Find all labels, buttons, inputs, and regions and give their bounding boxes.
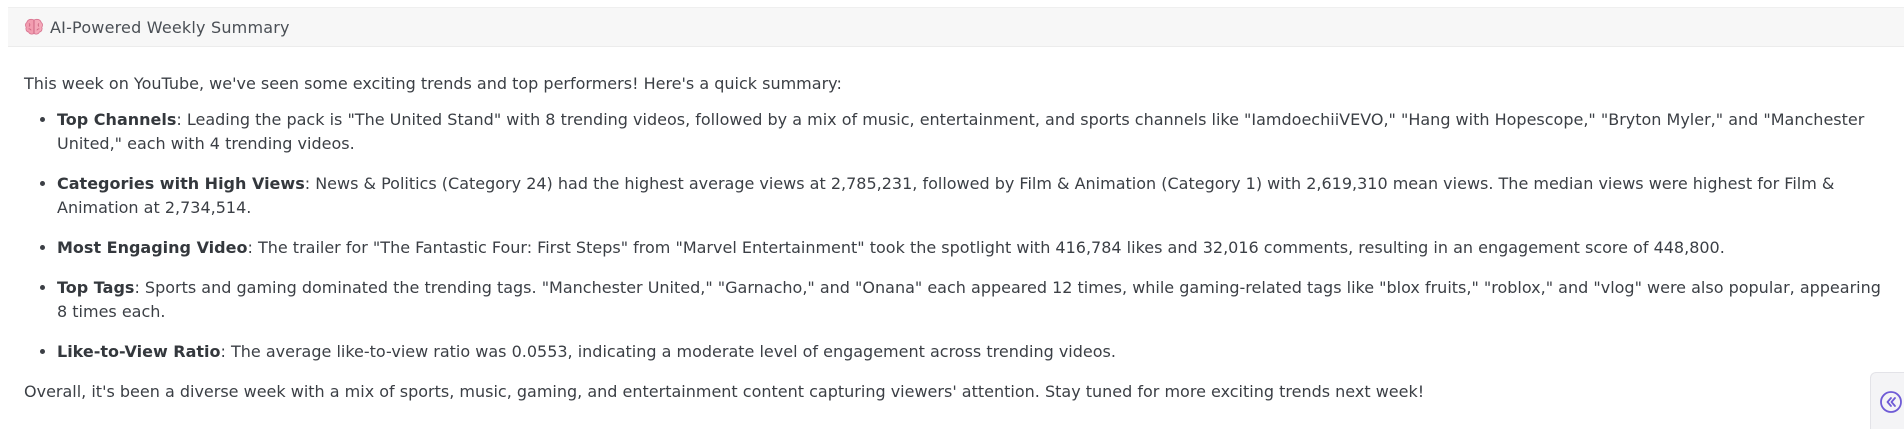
- summary-list: Top Channels: Leading the pack is "The U…: [24, 108, 1888, 364]
- card-title: AI-Powered Weekly Summary: [50, 17, 290, 37]
- item-label: Top Channels: [57, 110, 177, 129]
- item-text: : The average like-to-view ratio was 0.0…: [220, 342, 1116, 361]
- summary-intro: This week on YouTube, we've seen some ex…: [24, 74, 842, 93]
- item-text: : Sports and gaming dominated the trendi…: [57, 278, 1881, 321]
- item-label: Categories with High Views: [57, 174, 305, 193]
- list-item-top-tags: Top Tags: Sports and gaming dominated th…: [57, 276, 1888, 324]
- list-item-like-ratio: Like-to-View Ratio: The average like-to-…: [57, 340, 1888, 364]
- double-chevron-left-icon: [1879, 390, 1903, 414]
- brain-icon: [24, 17, 44, 37]
- item-label: Top Tags: [57, 278, 135, 297]
- item-label: Most Engaging Video: [57, 238, 248, 257]
- card-header: AI-Powered Weekly Summary: [8, 7, 1904, 47]
- item-label: Like-to-View Ratio: [57, 342, 221, 361]
- item-text: : Leading the pack is "The United Stand"…: [57, 110, 1865, 153]
- summary-body: This week on YouTube, we've seen some ex…: [8, 47, 1904, 404]
- list-item-categories: Categories with High Views: News & Polit…: [57, 172, 1888, 220]
- summary-outro: Overall, it's been a diverse week with a…: [24, 382, 1425, 401]
- item-text: : The trailer for "The Fantastic Four: F…: [247, 238, 1725, 257]
- item-text: : News & Politics (Category 24) had the …: [57, 174, 1835, 217]
- list-item-top-channels: Top Channels: Leading the pack is "The U…: [57, 108, 1888, 156]
- sidebar-toggle-button[interactable]: [1870, 372, 1904, 429]
- weekly-summary-card: AI-Powered Weekly Summary This week on Y…: [8, 7, 1904, 429]
- list-item-engaging-video: Most Engaging Video: The trailer for "Th…: [57, 236, 1888, 260]
